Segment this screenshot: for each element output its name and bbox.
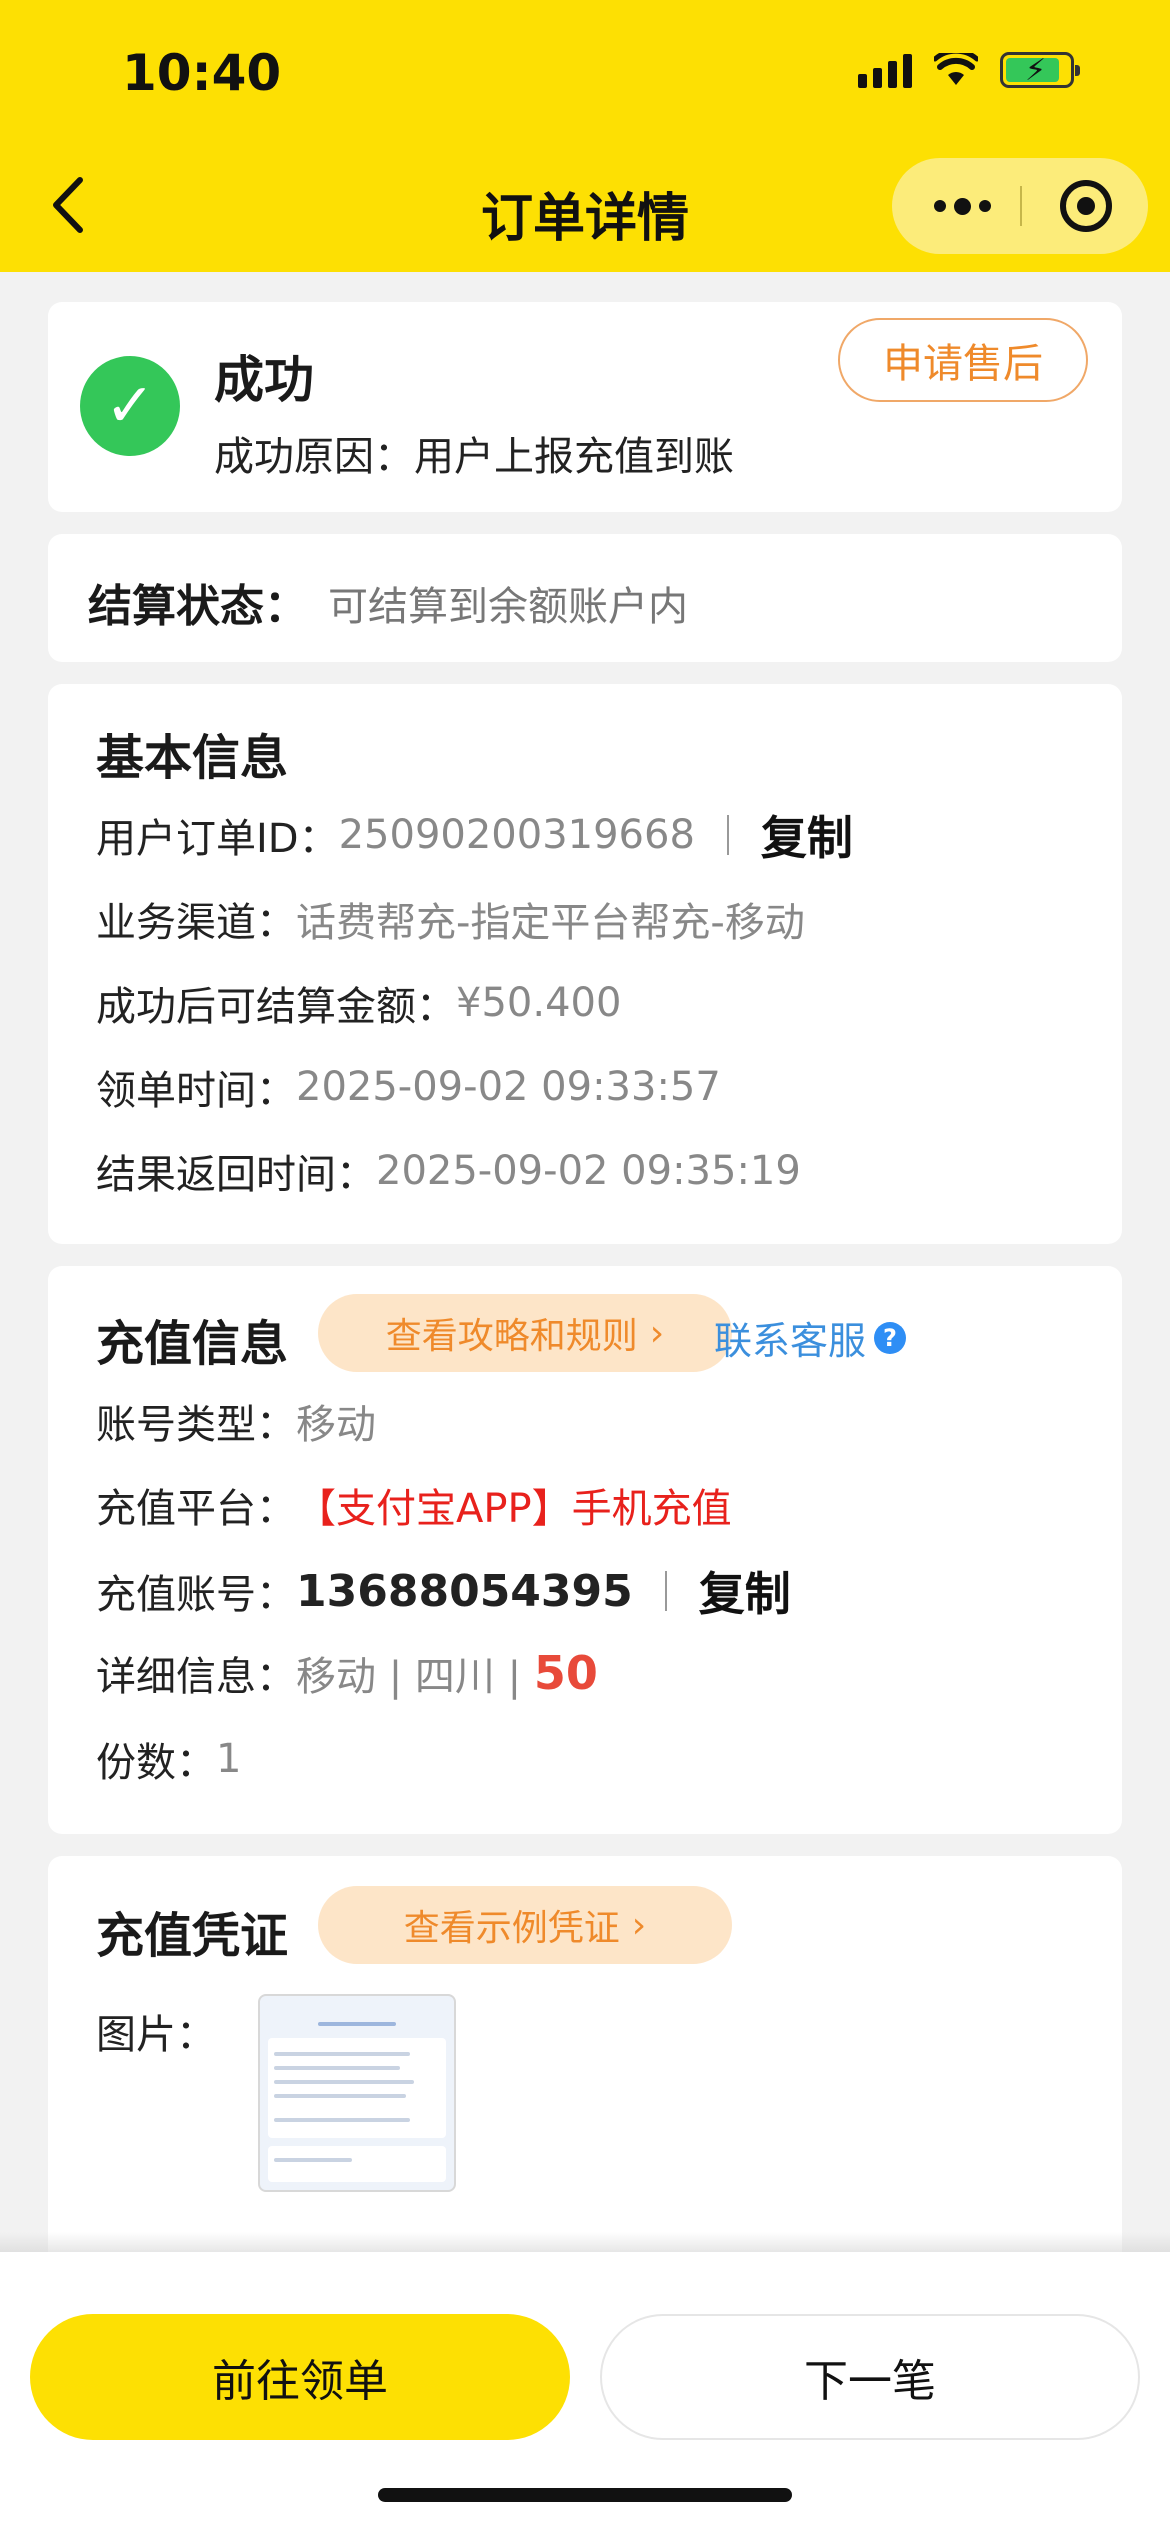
divider (726, 815, 729, 855)
go-claim-order-button[interactable]: 前往领单 (30, 2314, 570, 2440)
order-id-row: 用户订单ID： 25090200319668 复制 (96, 802, 853, 868)
divider (664, 1571, 667, 1611)
order-id-value: 25090200319668 (338, 812, 695, 858)
home-indicator[interactable] (378, 2488, 792, 2502)
return-time-label: 结果返回时间： (96, 1152, 376, 1198)
success-check-icon: ✓ (80, 356, 180, 456)
copy-order-id-button[interactable]: 复制 (761, 802, 853, 868)
amount-label: 成功后可结算金额： (96, 984, 456, 1030)
status-icons: ⚡ (858, 52, 1080, 88)
basic-info-card: 基本信息 用户订单ID： 25090200319668 复制 业务渠道： 话费帮… (48, 684, 1122, 1244)
claim-time-label: 领单时间： (96, 1068, 296, 1114)
voucher-card: 充值凭证 查看示例凭证 › 图片： (48, 1856, 1122, 2276)
count-value: 1 (216, 1736, 242, 1782)
order-id-label: 用户订单ID： (96, 816, 339, 862)
detail-row: 详细信息： 移动 | 四川 | 50 (96, 1644, 598, 1702)
copy-account-button[interactable]: 复制 (699, 1558, 791, 1624)
channel-row: 业务渠道： 话费帮充-指定平台帮充-移动 (96, 890, 805, 948)
channel-value: 话费帮充-指定平台帮充-移动 (296, 900, 805, 946)
platform-row: 充值平台： 【支付宝APP】手机充值 (96, 1476, 732, 1534)
close-miniprogram-icon[interactable] (1060, 180, 1112, 232)
claim-time-value: 2025-09-02 09:33:57 (296, 1064, 721, 1110)
channel-label: 业务渠道： (96, 900, 296, 946)
contact-service-link[interactable]: 联系客服 ? (714, 1310, 907, 1365)
miniprogram-capsule (892, 158, 1148, 254)
detail-value: 移动 | 四川 | (296, 1654, 534, 1700)
status-time: 10:40 (122, 44, 282, 102)
result-card: ✓ 成功 成功原因：用户上报充值到账 申请售后 (48, 302, 1122, 512)
header: 10:40 ⚡ 订单详情 (0, 0, 1170, 272)
example-voucher-button[interactable]: 查看示例凭证 › (318, 1886, 732, 1964)
wifi-icon (934, 53, 978, 85)
chevron-right-icon: › (649, 1312, 665, 1354)
cellular-signal-icon (858, 52, 912, 88)
example-voucher-label: 查看示例凭证 (403, 1908, 620, 1949)
result-title: 成功 (214, 351, 314, 409)
guide-rules-button[interactable]: 查看攻略和规则 › (318, 1294, 732, 1372)
account-type-row: 账号类型： 移动 (96, 1392, 376, 1450)
contact-service-label: 联系客服 (714, 1319, 867, 1363)
platform-label: 充值平台： (96, 1486, 296, 1532)
return-time-value: 2025-09-02 09:35:19 (376, 1148, 801, 1194)
count-label: 份数： (96, 1740, 216, 1786)
recharge-account-row: 充值账号： 13688054395 复制 (96, 1558, 791, 1624)
voucher-title: 充值凭证 (96, 1908, 289, 1964)
bottom-action-bar: 前往领单 下一笔 (0, 2252, 1170, 2532)
chevron-right-icon: › (631, 1904, 647, 1946)
recharge-account-value: 13688054395 (296, 1565, 633, 1617)
battery-charging-icon: ⚡ (1000, 52, 1080, 88)
return-time-row: 结果返回时间： 2025-09-02 09:35:19 (96, 1142, 801, 1200)
image-label: 图片： (96, 2012, 216, 2058)
next-order-button[interactable]: 下一笔 (600, 2314, 1140, 2440)
settlement-value: 可结算到余额账户内 (328, 584, 688, 630)
guide-rules-label: 查看攻略和规则 (385, 1316, 638, 1357)
recharge-info-title: 充值信息 (96, 1316, 289, 1372)
recharge-account-label: 充值账号： (96, 1572, 296, 1618)
account-type-value: 移动 (296, 1402, 376, 1448)
recharge-info-card: 充值信息 查看攻略和规则 › 联系客服 ? 账号类型： 移动 充值平台： 【支付… (48, 1266, 1122, 1834)
detail-amount: 50 (533, 1646, 598, 1700)
bottom-shadow (0, 2232, 1170, 2254)
basic-info-title: 基本信息 (96, 730, 289, 786)
more-icon[interactable] (926, 178, 998, 234)
amount-value: ¥50.400 (456, 980, 622, 1026)
help-question-icon: ? (874, 1321, 907, 1354)
result-reason: 成功原因：用户上报充值到账 (214, 434, 734, 480)
settlement-label: 结算状态： (88, 581, 308, 632)
detail-label: 详细信息： (96, 1654, 296, 1700)
after-sale-button[interactable]: 申请售后 (838, 318, 1088, 402)
account-type-label: 账号类型： (96, 1402, 296, 1448)
voucher-image-thumbnail[interactable] (258, 1994, 456, 2192)
platform-value: 【支付宝APP】手机充值 (296, 1486, 732, 1532)
settlement-card: 结算状态： 可结算到余额账户内 (48, 534, 1122, 662)
claim-time-row: 领单时间： 2025-09-02 09:33:57 (96, 1058, 721, 1116)
amount-row: 成功后可结算金额： ¥50.400 (96, 974, 621, 1032)
count-row: 份数： 1 (96, 1730, 241, 1788)
